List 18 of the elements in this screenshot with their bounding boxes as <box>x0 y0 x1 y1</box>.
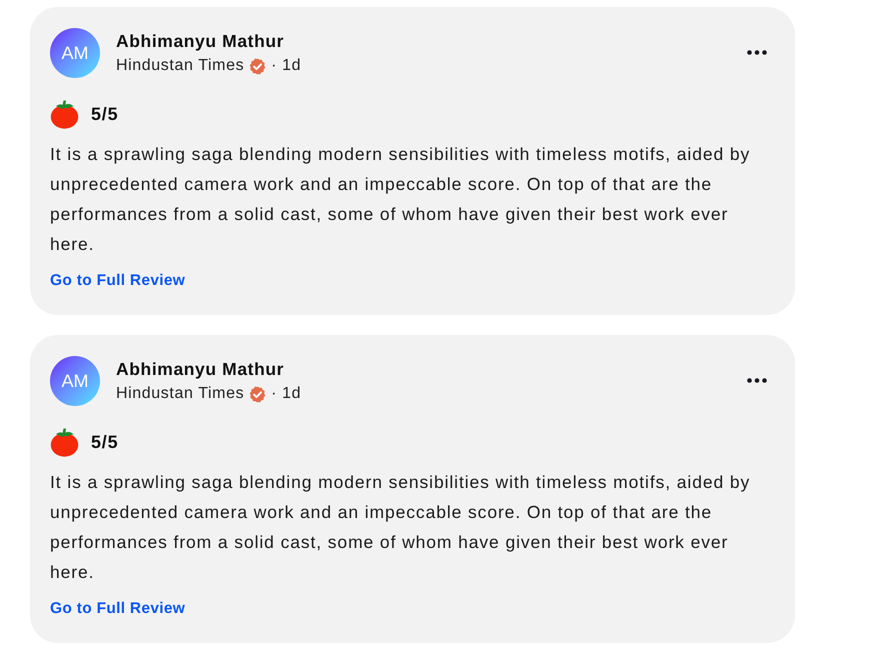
more-icon <box>747 50 767 54</box>
more-icon <box>747 378 767 382</box>
review-text: It is a sprawling saga blending modern sensibilities with timeless motifs, aided by unprecedented camera work and an impeccable score. On top of that are the performances from a solid cast, some of whom have given their best work ever here. <box>50 471 752 584</box>
tomato-icon <box>50 99 79 129</box>
publication-name: Hindustan Times <box>116 56 244 76</box>
tomato-icon <box>50 427 79 457</box>
full-review-link[interactable]: Go to Full Review <box>50 599 186 619</box>
review-text: It is a sprawling saga blending modern sensibilities with timeless motifs, aided by unprecedented camera work and an impeccable score. On top of that are the performances from a solid cast, some of whom have given their best work ever here. <box>50 143 752 256</box>
author-name: Abhimanyu Mathur <box>116 30 286 53</box>
post-time: · 1d <box>271 384 302 404</box>
author-name: Abhimanyu Mathur <box>116 358 286 381</box>
rating-score: 5/5 <box>91 430 118 454</box>
publication-name: Hindustan Times <box>116 384 244 404</box>
rating-score: 5/5 <box>91 102 118 126</box>
avatar: AM <box>50 356 100 406</box>
full-review-link[interactable]: Go to Full Review <box>50 271 186 291</box>
avatar: AM <box>50 28 100 78</box>
post-time: · 1d <box>271 56 302 76</box>
